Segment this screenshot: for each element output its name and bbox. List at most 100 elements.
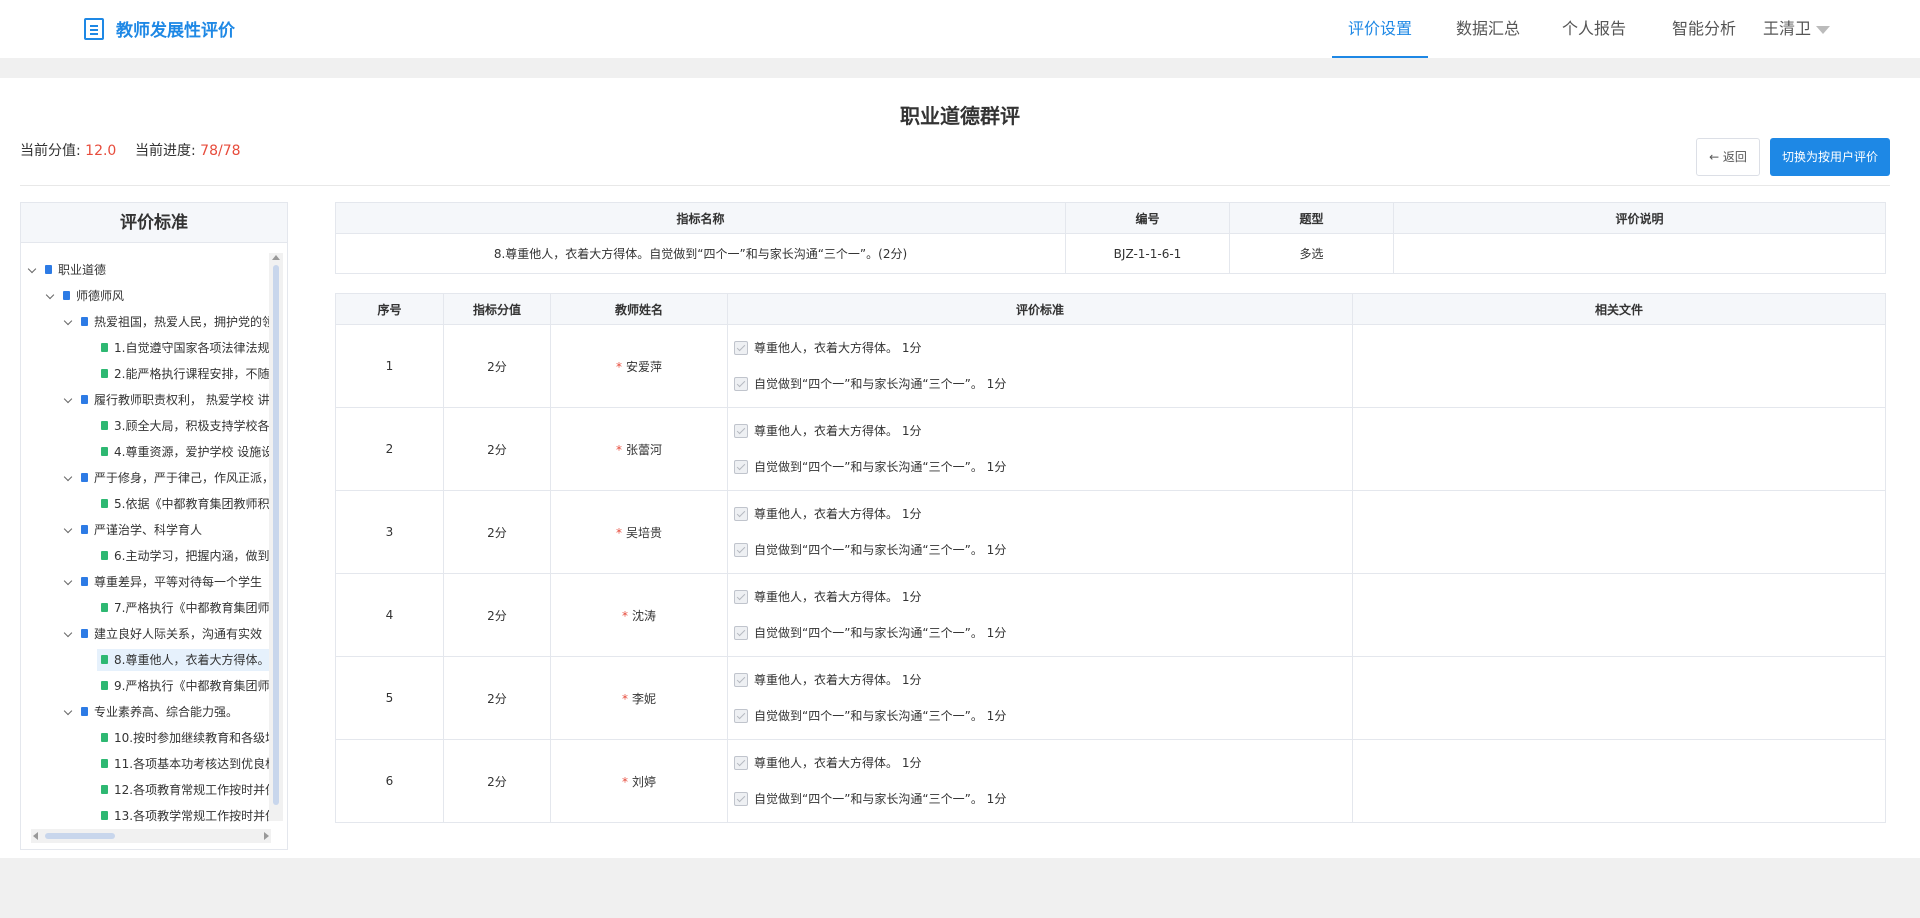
chevron-down-icon[interactable] [63,394,73,404]
tree-leaf[interactable]: 13.各项教学常规工作按时并保 [101,805,271,827]
chevron-down-icon[interactable] [63,576,73,586]
checkbox-checked-icon[interactable] [734,709,748,723]
teacher-name: 张蕾河 [625,442,662,457]
checkbox-checked-icon[interactable] [734,792,748,806]
tree-node[interactable]: 职业道德 [27,259,106,281]
tree-leaf[interactable]: 4.尊重资源，爱护学校 设施设备 [101,441,271,463]
criterion-option[interactable]: 尊重他人，衣着大方得体。 1分 [734,745,1352,781]
related-files-cell[interactable] [1352,324,1886,408]
tree-leaf[interactable]: 11.各项基本功考核达到优良标 [101,753,271,775]
criterion-option[interactable]: 尊重他人，衣着大方得体。 1分 [734,496,1352,532]
chevron-down-icon[interactable] [45,290,55,300]
tree-node[interactable]: 严于修身，严于律己，作风正派，勤 [63,467,271,489]
criterion-option[interactable]: 自觉做到“四个一”和与家长沟通“三个一”。 1分 [734,449,1352,485]
criterion-option[interactable]: 自觉做到“四个一”和与家长沟通“三个一”。 1分 [734,532,1352,568]
scroll-right-icon[interactable] [264,832,269,840]
criterion-option[interactable]: 尊重他人，衣着大方得体。 1分 [734,413,1352,449]
chevron-down-icon[interactable] [27,264,37,274]
app-logo[interactable]: 教师发展性评价 [84,16,235,41]
teacher-name: 沈涛 [631,608,656,623]
document-icon [101,681,108,690]
tree-node[interactable]: 专业素养高、综合能力强。 [63,701,238,723]
required-mark: * [621,608,628,623]
teacher-name-cell: * 安爱萍 [550,324,728,408]
tree-node[interactable]: 师德师风 [45,285,124,307]
column-header: 指标分值 [443,293,551,325]
chevron-down-icon[interactable] [63,472,73,482]
criterion-option[interactable]: 尊重他人，衣着大方得体。 1分 [734,662,1352,698]
checkbox-checked-icon[interactable] [734,673,748,687]
teacher-name-cell: * 张蕾河 [550,407,728,491]
related-files-cell[interactable] [1352,656,1886,740]
related-files-cell[interactable] [1352,407,1886,491]
tree-node[interactable]: 建立良好人际关系，沟通有实效 [63,623,262,645]
chevron-down-icon[interactable] [63,706,73,716]
tree-leaf[interactable]: 9.严格执行《中都教育集团师德 [101,675,271,697]
related-files-cell[interactable] [1352,739,1886,823]
tree-leaf[interactable]: 1.自觉遵守国家各项法律法规 [101,337,269,359]
checkbox-checked-icon[interactable] [734,460,748,474]
checkbox-checked-icon[interactable] [734,424,748,438]
tree-leaf-selected[interactable]: 8.尊重他人，衣着大方得体。自 [97,649,271,671]
checkbox-checked-icon[interactable] [734,507,748,521]
document-icon [101,785,108,794]
tree-node[interactable]: 履行教师职责权利， 热爱学校 讲学 [63,389,271,411]
nav-evaluation-settings[interactable]: 评价设置 [1332,0,1428,58]
tree-horizontal-scrollbar[interactable] [31,829,271,843]
tree-leaf[interactable]: 5.依据《中都教育集团教师积分 [101,493,271,515]
tree-node[interactable]: 严谨治学、科学育人 [63,519,202,541]
scroll-left-icon[interactable] [33,832,38,840]
document-icon [81,473,88,482]
checkbox-checked-icon[interactable] [734,626,748,640]
criteria-cell: 尊重他人，衣着大方得体。 1分 自觉做到“四个一”和与家长沟通“三个一”。 1分 [727,656,1353,740]
tree-leaf[interactable]: 6.主动学习，把握内涵，做到 [101,545,269,567]
document-icon [101,655,108,664]
column-header: 题型 [1229,202,1394,234]
row-number: 3 [335,490,444,574]
table-row: 3 2分 * 吴培贵 尊重他人，衣着大方得体。 1分 自觉做到“四个一”和与家长沟通“三个… [335,490,1886,574]
progress-label: 当前进度: [135,143,196,159]
table-row: 1 2分 * 安爱萍 尊重他人，衣着大方得体。 1分 自觉做到“四个一”和与家长沟通“三个… [335,324,1886,408]
checkbox-checked-icon[interactable] [734,590,748,604]
user-menu[interactable]: 王清卫 [1763,0,1811,58]
checkbox-checked-icon[interactable] [734,377,748,391]
document-icon [45,265,52,274]
criterion-option[interactable]: 自觉做到“四个一”和与家长沟通“三个一”。 1分 [734,781,1352,817]
criterion-option[interactable]: 自觉做到“四个一”和与家长沟通“三个一”。 1分 [734,366,1352,402]
nav-data-summary[interactable]: 数据汇总 [1448,0,1528,58]
table-row: 4 2分 * 沈涛 尊重他人，衣着大方得体。 1分 自觉做到“四个一”和与家长沟通“三个一… [335,573,1886,657]
back-button[interactable]: ← 返回 [1696,138,1760,176]
checkbox-checked-icon[interactable] [734,341,748,355]
related-files-cell[interactable] [1352,490,1886,574]
tree-node[interactable]: 热爱祖国，热爱人民，拥护党的领 [63,311,271,333]
scrollbar-thumb[interactable] [45,833,115,839]
chevron-down-icon[interactable] [63,316,73,326]
tree-leaf[interactable]: 3.顾全大局，积极支持学校各项 [101,415,271,437]
indicator-score: 2分 [443,490,551,574]
document-icon [81,525,88,534]
criterion-option[interactable]: 尊重他人，衣着大方得体。 1分 [734,330,1352,366]
related-files-cell[interactable] [1352,573,1886,657]
scroll-up-icon[interactable] [272,255,280,260]
checkbox-checked-icon[interactable] [734,756,748,770]
tree-leaf[interactable]: 10.按时参加继续教育和各级培 [101,727,271,749]
chevron-down-icon[interactable] [63,628,73,638]
tree-leaf[interactable]: 7.严格执行《中都教育集团师德 [101,597,271,619]
checkbox-checked-icon[interactable] [734,543,748,557]
document-icon [81,629,88,638]
nav-personal-report[interactable]: 个人报告 [1554,0,1634,58]
tree-leaf[interactable]: 12.各项教育常规工作按时并保 [101,779,271,801]
tree-vertical-scrollbar[interactable] [269,253,283,821]
tree-leaf[interactable]: 2.能严格执行课程安排，不随意 [101,363,271,385]
criterion-option[interactable]: 自觉做到“四个一”和与家长沟通“三个一”。 1分 [734,698,1352,734]
top-header: 教师发展性评价 评价设置 数据汇总 个人报告 智能分析 王清卫 [0,0,1920,58]
chevron-down-icon[interactable] [63,524,73,534]
scrollbar-thumb[interactable] [273,265,279,805]
criterion-option[interactable]: 尊重他人，衣着大方得体。 1分 [734,579,1352,615]
criterion-option[interactable]: 自觉做到“四个一”和与家长沟通“三个一”。 1分 [734,615,1352,651]
nav-smart-analysis[interactable]: 智能分析 [1664,0,1744,58]
chevron-down-icon[interactable] [1816,26,1830,34]
tree-node[interactable]: 尊重差异，平等对待每一个学生 [63,571,262,593]
row-number: 6 [335,739,444,823]
switch-to-user-evaluation-button[interactable]: 切换为按用户评价 [1770,138,1890,176]
